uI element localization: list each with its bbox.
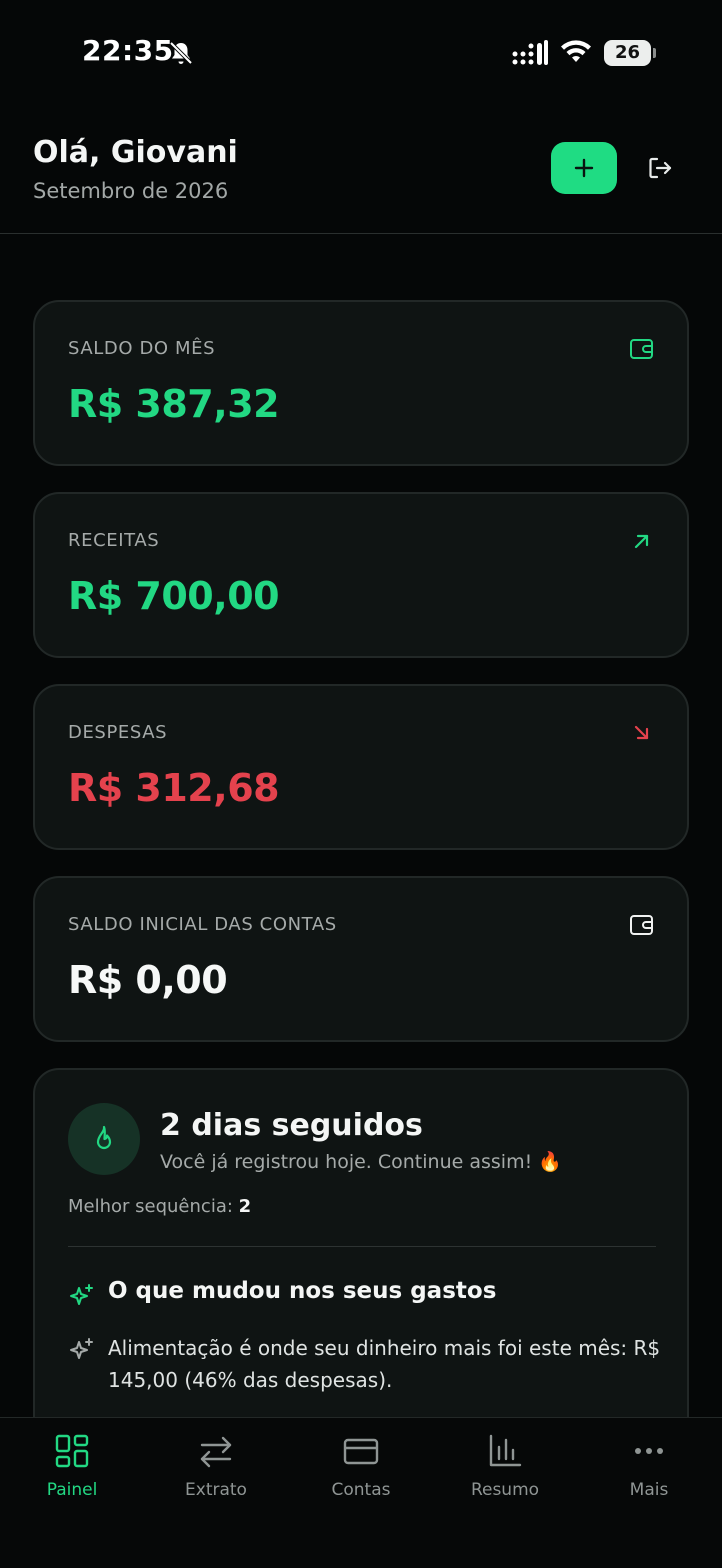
best-streak-label: Melhor sequência: <box>68 1196 233 1217</box>
nav-item-extrato[interactable]: Extrato <box>161 1432 271 1512</box>
streak-subtitle: Você já registrou hoje. Continue assim! … <box>160 1151 562 1173</box>
battery-level: 26 <box>604 40 651 66</box>
stat-value: R$ 0,00 <box>68 958 228 1002</box>
nav-label: Resumo <box>470 1480 540 1500</box>
bar-chart-icon <box>489 1434 522 1467</box>
bottom-navigation: Painel Extrato Contas Resumo Mais <box>0 1417 722 1568</box>
sparkles-icon <box>70 1284 93 1305</box>
divider <box>68 1246 656 1247</box>
transfer-arrows-icon <box>200 1436 232 1468</box>
current-period: Setembro de 2026 <box>33 179 229 203</box>
best-streak: Melhor sequência: 2 <box>68 1196 251 1217</box>
stat-value: R$ 700,00 <box>68 574 280 618</box>
income-card[interactable]: RECEITAS R$ 700,00 <box>33 492 689 658</box>
stat-label: RECEITAS <box>68 530 160 551</box>
dashboard-icon <box>55 1434 89 1468</box>
nav-label: Mais <box>629 1480 669 1500</box>
best-streak-value: 2 <box>238 1196 252 1217</box>
logout-icon <box>649 157 672 179</box>
wallet-icon <box>630 915 653 935</box>
expenses-card[interactable]: DESPESAS R$ 312,68 <box>33 684 689 850</box>
bell-muted-icon <box>169 41 193 65</box>
app-header: Olá, Giovani Setembro de 2026 <box>0 105 722 234</box>
plus-icon <box>574 158 594 178</box>
stat-value: R$ 312,68 <box>68 766 280 810</box>
card-icon <box>343 1438 379 1465</box>
nav-item-mais[interactable]: Mais <box>594 1432 704 1512</box>
sparkles-icon <box>70 1338 93 1359</box>
arrow-up-right-icon <box>634 534 649 549</box>
flame-icon <box>96 1125 112 1150</box>
stat-label: SALDO DO MÊS <box>68 338 216 359</box>
nav-label: Contas <box>331 1480 391 1500</box>
status-time: 22:35 <box>82 34 174 67</box>
logout-button[interactable] <box>643 153 677 183</box>
stat-label: SALDO INICIAL DAS CONTAS <box>68 914 337 935</box>
wifi-icon <box>561 40 591 62</box>
insights-title: O que mudou nos seus gastos <box>108 1278 497 1304</box>
nav-item-resumo[interactable]: Resumo <box>450 1432 560 1512</box>
streak-title: 2 dias seguidos <box>160 1108 423 1143</box>
cellular-signal-icon <box>512 40 548 65</box>
battery-indicator: 26 <box>604 40 656 66</box>
stat-label: DESPESAS <box>68 722 168 743</box>
wallet-icon <box>630 339 653 359</box>
nav-item-contas[interactable]: Contas <box>306 1432 416 1512</box>
nav-label: Painel <box>46 1480 98 1500</box>
battery-tip <box>653 48 656 58</box>
insight-item: Alimentação é onde seu dinheiro mais foi… <box>108 1336 661 1392</box>
streak-badge <box>68 1103 140 1175</box>
month-balance-card[interactable]: SALDO DO MÊS R$ 387,32 <box>33 300 689 466</box>
streak-card: 2 dias seguidos Você já registrou hoje. … <box>33 1068 689 1468</box>
arrow-down-right-icon <box>634 725 649 740</box>
initial-balance-card[interactable]: SALDO INICIAL DAS CONTAS R$ 0,00 <box>33 876 689 1042</box>
nav-label: Extrato <box>185 1480 247 1500</box>
greeting-title: Olá, Giovani <box>33 135 238 170</box>
more-dots-icon <box>635 1448 663 1454</box>
status-bar: 22:35 26 <box>0 0 722 105</box>
nav-item-painel[interactable]: Painel <box>17 1432 127 1512</box>
stat-value: R$ 387,32 <box>68 382 280 426</box>
add-transaction-button[interactable] <box>551 142 617 194</box>
